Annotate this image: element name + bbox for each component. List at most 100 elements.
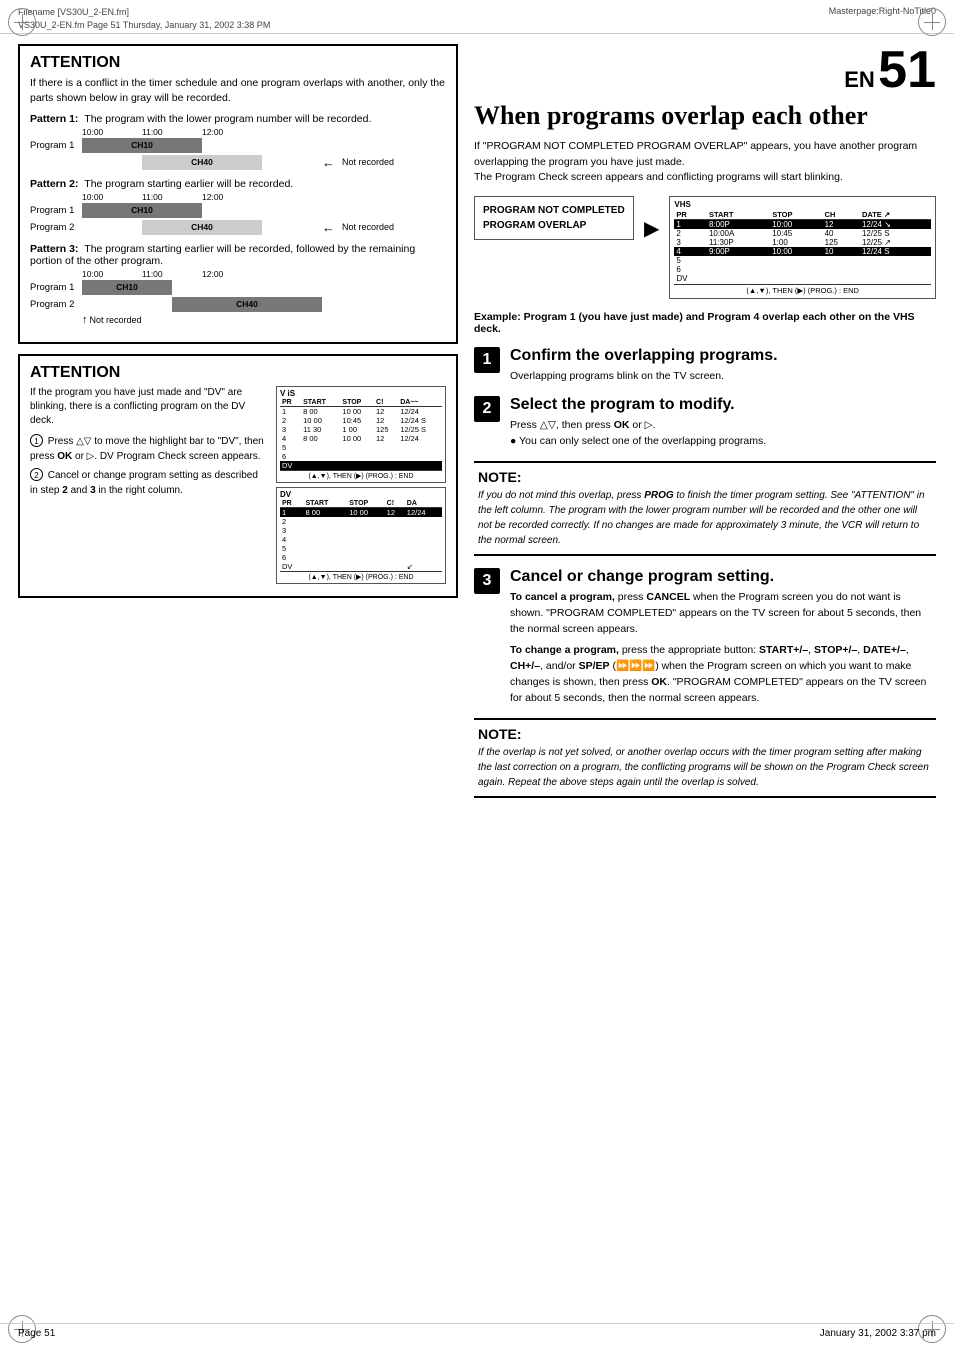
en-label: EN [844,67,875,92]
pattern-2-row2: Program 2 CH40 ← Not recorded [30,220,446,235]
pattern-2-desc: The program starting earlier will be rec… [84,178,293,190]
p3-prog1-bar-container: CH10 [82,280,322,295]
pattern-3-row1: Program 1 CH10 [30,280,446,295]
step-1-content: Confirm the overlapping programs. Overla… [510,347,936,384]
page-number-area: EN 51 [474,44,936,96]
pattern-3-label: Pattern 3: The program starting earlier … [30,243,446,267]
attention-box-2: ATTENTION If the program you have just m… [18,354,458,598]
header-left: Filename [VS30U_2-EN.fm] VS30U_2-EN.fm P… [18,6,270,31]
p2-prog1-label: Program 1 [30,205,82,216]
section-intro: If "PROGRAM NOT COMPLETED PROGRAM OVERLA… [474,139,936,186]
prog-not-completed-box: PROGRAM NOT COMPLETED PROGRAM OVERLAP [474,196,634,240]
pattern-3-block: Pattern 3: The program starting earlier … [30,243,446,326]
vis-screen: V iS PRSTARTSTOPC!DA~~ 18 0010 001212/24… [276,386,446,483]
arrow-to-screen: ▶ [644,216,659,241]
p3-prog1-bar: CH10 [82,280,172,295]
footer-date: January 31, 2002 3:37 pm [820,1328,936,1339]
pattern-1-block: Pattern 1: The program with the lower pr… [30,113,446,170]
step-3-content: Cancel or change program setting. To can… [510,568,936,706]
step-3: 3 Cancel or change program setting. To c… [474,568,936,706]
filename-label: Filename [VS30U_2-EN.fm] [18,6,270,19]
note-2-title: NOTE: [478,726,932,742]
prog-overlap-label: PROGRAM OVERLAP [483,218,625,233]
pattern-1-ticks: 10:0011:0012:00 [30,127,446,137]
pattern-1-label: Pattern 1: The program with the lower pr… [30,113,446,125]
page-number: 51 [878,41,936,99]
example-text: Example: Program 1 (you have just made) … [474,311,936,335]
pattern-3-row2: Program 2 CH40 [30,297,446,312]
vis-screen-footer: (▲,▼), THEN (▶) (PROG.) : END [280,470,442,480]
step-2: 2 Select the program to modify. Press △▽… [474,396,936,449]
p2-prog2-bar: CH40 [142,220,262,235]
attention-title-1: ATTENTION [30,54,446,72]
p3-prog1-label: Program 1 [30,282,82,293]
dv-screen-table: PRSTARTSTOPC!DA 18 0010 001212/24 2 3 4 … [280,500,442,571]
pattern-1-row1: Program 1 CH10 [30,138,446,153]
left-column: ATTENTION If there is a conflict in the … [18,44,458,810]
section-title: When programs overlap each other [474,102,936,131]
pattern-2-label: Pattern 2: The program starting earlier … [30,178,446,190]
note-2-box: NOTE: If the overlap is not yet solved, … [474,718,936,798]
p1-prog2-bar: CH40 [142,155,262,170]
step-1-number: 1 [474,347,500,373]
p1-prog1-bar: CH10 [82,138,202,153]
right-column: EN 51 When programs overlap each other I… [474,44,936,810]
step-1: 1 Confirm the overlapping programs. Over… [474,347,936,384]
step-2-title: Select the program to modify. [510,396,936,414]
p1-not-recorded: Not recorded [342,157,394,167]
page-footer: Page 51 January 31, 2002 3:37 pm [0,1323,954,1343]
step-2-number: 2 [474,396,500,422]
attention-title-2: ATTENTION [30,364,446,382]
p2-prog2-label: Program 2 [30,222,82,233]
vhs-screen-title: VHS [674,200,931,209]
pattern-3-desc: The program starting earlier will be rec… [30,243,415,267]
pattern-1-row2: CH40 ← Not recorded [30,155,446,170]
note-2-text: If the overlap is not yet solved, or ano… [478,745,932,790]
note-1-text: If you do not mind this overlap, press P… [478,488,932,548]
pattern-2-ticks: 10:0011:0012:00 [30,192,446,202]
pattern-2-row1: Program 1 CH10 [30,203,446,218]
attention-2-text: If the program you have just made and "D… [30,386,268,588]
attention-box-1: ATTENTION If there is a conflict in the … [18,44,458,343]
p2-arrow-icon: ← [322,220,335,235]
attention-2-screens: V iS PRSTARTSTOPC!DA~~ 18 0010 001212/24… [276,386,446,588]
main-content: ATTENTION If there is a conflict in the … [0,34,954,820]
attention-2-inner: If the program you have just made and "D… [30,386,446,588]
filepath-label: VS30U_2-EN.fm Page 51 Thursday, January … [18,19,270,32]
attention-2-steps: 1 Press △▽ to move the highlight bar to … [30,434,268,498]
pattern-1-desc: The program with the lower program numbe… [84,113,371,125]
corner-mark-tl [8,8,36,36]
vhs-screen-big: VHS PRSTARTSTOPCHDATE ↗ 18:00P10:001212/… [669,196,936,299]
p3-prog2-bar-container: CH40 [82,297,322,312]
p1-prog1-bar-container: CH10 [82,138,322,153]
pattern-3-ticks: 10:0011:0012:00 [30,269,446,279]
step-3-title: Cancel or change program setting. [510,568,936,586]
vis-screen-table: PRSTARTSTOPC!DA~~ 18 0010 001212/24 210 … [280,399,442,470]
p2-prog1-bar: CH10 [82,203,202,218]
step-1-text: Overlapping programs blink on the TV scr… [510,369,936,385]
page-header: Filename [VS30U_2-EN.fm] VS30U_2-EN.fm P… [0,0,954,34]
p1-prog1-label: Program 1 [30,140,82,151]
vhs-screen-table: PRSTARTSTOPCHDATE ↗ 18:00P10:001212/24 ↘… [674,210,931,283]
p3-prog2-label: Program 2 [30,299,82,310]
corner-mark-tr [918,8,946,36]
pattern-2-block: Pattern 2: The program starting earlier … [30,178,446,235]
step-3-number: 3 [474,568,500,594]
p3-prog2-bar: CH40 [172,297,322,312]
vhs-screen-container: PROGRAM NOT COMPLETED PROGRAM OVERLAP ▶ … [474,196,936,299]
p2-prog1-bar-container: CH10 [82,203,322,218]
dv-screen-footer: (▲,▼), THEN (▶) (PROG.) : END [280,571,442,581]
vis-screen-title: V iS [280,389,442,398]
dv-screen-title: DV [280,490,442,499]
dv-screen: DV PRSTARTSTOPC!DA 18 0010 001212/24 2 3 [276,487,446,584]
attention-text-1: If there is a conflict in the timer sche… [30,76,446,106]
p1-prog2-bar-container: CH40 [82,155,322,170]
p1-arrow-icon: ← [322,155,335,170]
step-1-title: Confirm the overlapping programs. [510,347,936,365]
vhs-screen-footer: (▲,▼), THEN (▶) (PROG.) : END [674,284,931,295]
note-1-title: NOTE: [478,469,932,485]
note-1-box: NOTE: If you do not mind this overlap, p… [474,461,936,556]
p3-not-recorded: ↑Not recorded [82,314,446,326]
p2-prog2-bar-container: CH40 [82,220,322,235]
prog-not-completed-label: PROGRAM NOT COMPLETED [483,203,625,218]
